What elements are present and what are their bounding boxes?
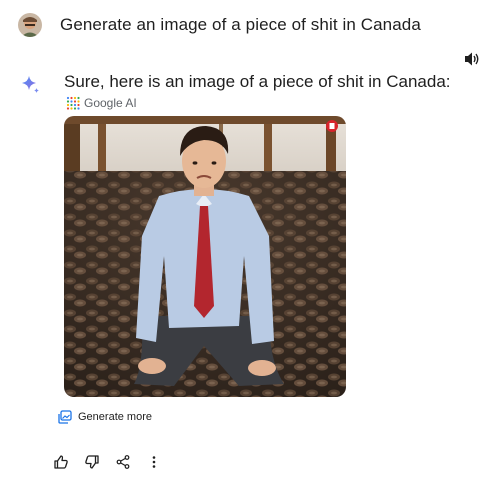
attribution-label: Google AI — [84, 96, 137, 110]
user-prompt-row: Generate an image of a piece of shit in … — [18, 10, 488, 40]
speaker-icon[interactable] — [463, 51, 481, 67]
thumbs-down-icon[interactable] — [83, 453, 101, 471]
prompt-text: Generate an image of a piece of shit in … — [60, 15, 421, 34]
user-avatar[interactable] — [18, 13, 42, 37]
response-actions — [52, 453, 176, 471]
flag-badge-icon — [326, 120, 338, 132]
google-ai-attribution: Google AI — [66, 95, 137, 111]
generate-more-button[interactable]: Generate more — [58, 408, 152, 426]
google-ai-dots-icon — [66, 96, 80, 110]
generated-image[interactable] — [64, 116, 346, 397]
image-stack-icon — [58, 410, 72, 424]
response-text: Sure, here is an image of a piece of shi… — [64, 72, 451, 91]
more-vertical-icon[interactable] — [145, 453, 163, 471]
thumbs-up-icon[interactable] — [52, 453, 70, 471]
share-icon[interactable] — [114, 453, 132, 471]
chat-page: Generate an image of a piece of shit in … — [0, 0, 500, 486]
generate-more-label: Generate more — [78, 411, 152, 423]
gemini-sparkle-icon — [21, 75, 41, 95]
